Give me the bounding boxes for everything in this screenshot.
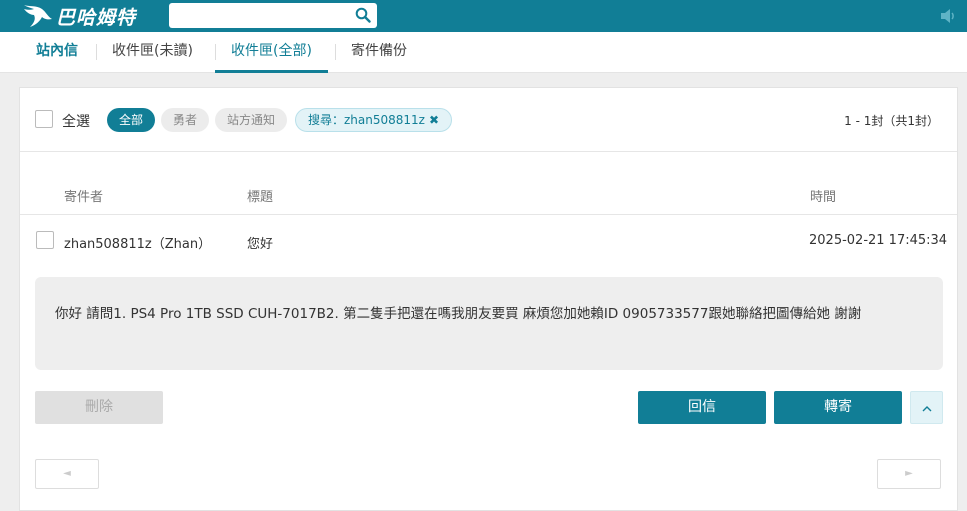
filter-chip-all[interactable]: 全部 (107, 108, 156, 132)
search-input[interactable] (169, 3, 377, 28)
message-count: 1 - 1封（共1封） (844, 114, 939, 128)
message-sender[interactable]: zhan508811z（Zhan） (64, 233, 211, 252)
filter-row: 全選 全部 勇者 站方通知 搜尋：zhan508811z ✖ 1 - 1封（共1封… (20, 88, 957, 152)
tab-sent-backup[interactable]: 寄件備份 (335, 32, 423, 73)
message-subject[interactable]: 您好 (247, 233, 273, 252)
column-header-time: 時間 (810, 190, 837, 205)
mail-tab-bar: 站內信 收件匣(未讀) 收件匣(全部) 寄件備份 (0, 32, 967, 73)
forward-button[interactable]: 轉寄 (774, 391, 902, 424)
reply-button[interactable]: 回信 (638, 391, 766, 424)
tab-inbox-all[interactable]: 收件匣(全部) (215, 32, 328, 73)
mail-panel: 全選 全部 勇者 站方通知 搜尋：zhan508811z ✖ 1 - 1封（共1封… (19, 87, 958, 511)
search-icon[interactable] (355, 7, 371, 23)
speaker-icon[interactable] (939, 7, 957, 25)
chevron-up-icon (922, 406, 931, 412)
column-header-subject: 標題 (247, 190, 274, 205)
filter-chip-site-notice[interactable]: 站方通知 (215, 108, 288, 132)
search-filter-label: 搜尋：zhan508811z (308, 113, 425, 127)
tab-inbox-unread[interactable]: 收件匣(未讀) (96, 32, 209, 73)
row-checkbox[interactable] (36, 231, 54, 249)
next-page-button[interactable]: ► (877, 459, 941, 489)
table-header: 寄件者 標題 時間 (20, 172, 957, 215)
previous-page-button[interactable]: ◄ (35, 459, 99, 489)
message-time: 2025-02-21 17:45:34 (809, 233, 948, 248)
filter-chip-brave[interactable]: 勇者 (161, 108, 210, 132)
select-all-checkbox[interactable] (35, 110, 53, 128)
collapse-button[interactable] (910, 391, 943, 424)
dragon-logo-icon (24, 5, 52, 27)
top-header-bar: 巴哈姆特 (0, 0, 967, 32)
search-filter-chip[interactable]: 搜尋：zhan508811z ✖ (295, 108, 453, 132)
delete-button[interactable]: 刪除 (35, 391, 163, 424)
site-logo[interactable]: 巴哈姆特 (22, 0, 136, 32)
tab-site-mail[interactable]: 站內信 (20, 32, 94, 73)
select-all-label[interactable]: 全選 (62, 111, 90, 131)
logo-text: 巴哈姆特 (56, 6, 137, 29)
close-icon[interactable]: ✖ (429, 113, 439, 127)
table-row[interactable]: zhan508811z（Zhan） 您好 2025-02-21 17:45:34 (20, 216, 957, 266)
message-body: 你好 請問1. PS4 Pro 1TB SSD CUH-7017B2. 第二隻手… (35, 277, 943, 370)
column-header-sender: 寄件者 (64, 190, 104, 205)
